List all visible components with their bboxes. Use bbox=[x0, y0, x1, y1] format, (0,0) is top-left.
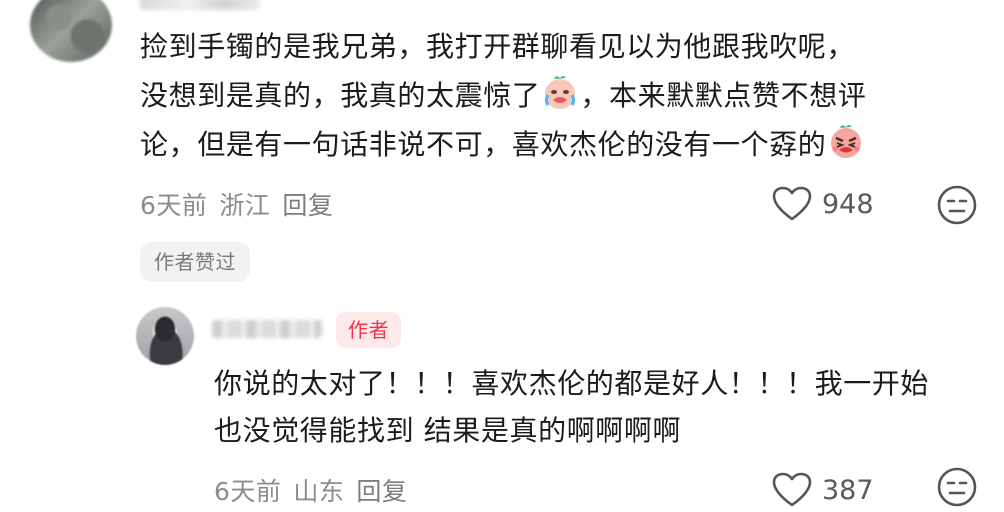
neutral-face-icon bbox=[937, 467, 977, 507]
heart-outline-icon bbox=[772, 472, 812, 507]
comment-dislike-button[interactable] bbox=[936, 184, 978, 230]
comment-reply-button[interactable]: 回复 bbox=[282, 191, 333, 220]
heart-outline-icon bbox=[772, 186, 812, 221]
reply-line-1: 你说的太对了！！！喜欢杰伦的都是好人！！！我一开始 bbox=[214, 367, 930, 400]
reply-line-2: 也没觉得能找到 结果是真的啊啊啊啊 bbox=[214, 414, 682, 447]
comment-line-2-part-a: 没想到是真的，我真的太震惊了 bbox=[140, 79, 541, 112]
commenter-avatar[interactable] bbox=[30, 0, 112, 62]
comment-line-3: 论，但是有一句话非说不可，喜欢杰伦的没有一个孬的 bbox=[140, 120, 980, 169]
comment-like-count: 948 bbox=[822, 188, 874, 220]
comment-line-3-text: 论，但是有一句话非说不可，喜欢杰伦的没有一个孬的 bbox=[140, 128, 827, 161]
reply-time: 6天前 bbox=[214, 477, 282, 506]
comment-time: 6天前 bbox=[140, 191, 208, 220]
comment-line-2: 没想到是真的，我真的太震惊了 ，本来默默点赞不想评 bbox=[140, 71, 980, 120]
reply-reply-button[interactable]: 回复 bbox=[356, 477, 407, 506]
commenter-name-blurred[interactable] bbox=[140, 0, 260, 10]
comment-meta: 6天前 浙江 回复 bbox=[140, 186, 345, 222]
reply-location: 山东 bbox=[293, 477, 345, 506]
reply-body: 你说的太对了！！！喜欢杰伦的都是好人！！！我一开始 也没觉得能找到 结果是真的啊… bbox=[214, 360, 994, 454]
author-liked-badge: 作者赞过 bbox=[140, 242, 250, 282]
reply-like-count: 387 bbox=[822, 474, 874, 506]
comment-like-button[interactable]: 948 bbox=[772, 186, 874, 222]
reply-author-avatar[interactable] bbox=[136, 307, 194, 365]
crying-face-emoji-icon bbox=[540, 73, 580, 111]
reply-meta: 6天前 山东 回复 bbox=[214, 472, 419, 508]
reply-dislike-button[interactable] bbox=[936, 466, 978, 512]
reply-like-button[interactable]: 387 bbox=[772, 472, 874, 508]
comment-line-2-part-b: ，本来默默点赞不想评 bbox=[580, 79, 867, 112]
comment-body: 捡到手镯的是我兄弟，我打开群聊看见以为他跟我吹呢， 没想到是真的，我真的太震惊了… bbox=[140, 22, 980, 169]
reply-author-name-blurred[interactable] bbox=[212, 320, 322, 338]
comment-line-1: 捡到手镯的是我兄弟，我打开群聊看见以为他跟我吹呢， bbox=[140, 30, 856, 63]
neutral-face-icon bbox=[937, 185, 977, 225]
comment-location: 浙江 bbox=[219, 191, 271, 220]
author-tag: 作者 bbox=[336, 312, 402, 348]
angry-face-emoji-icon bbox=[826, 122, 866, 160]
